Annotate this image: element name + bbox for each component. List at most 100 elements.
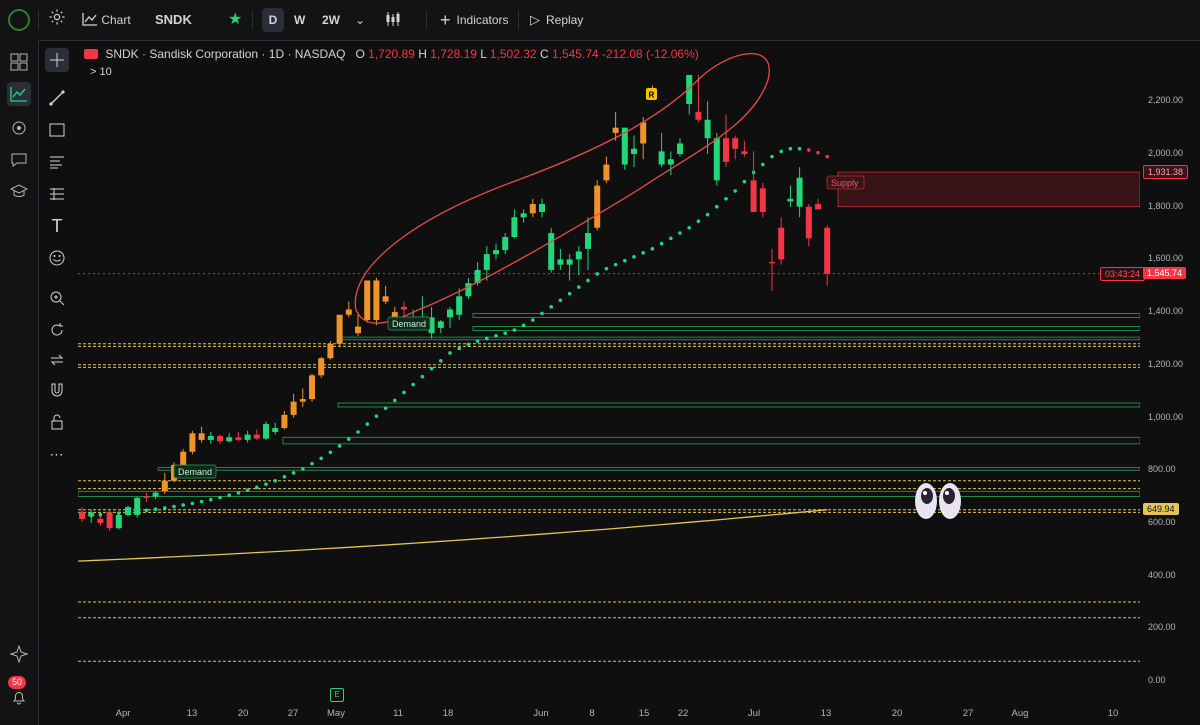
sparkle-icon[interactable] [7, 642, 31, 666]
candle-body [502, 237, 509, 251]
favorite-star-icon[interactable]: ★ [228, 8, 242, 32]
time-tick: 22 [677, 708, 689, 719]
chat-icon[interactable] [7, 148, 31, 172]
drawing-toolbar: T ⋯ [40, 40, 76, 725]
candle-body [732, 138, 739, 149]
psar-dot [623, 258, 627, 263]
more-icon[interactable]: ⋯ [45, 442, 69, 466]
candle-body [345, 309, 352, 315]
price-tick: 1,000.00 [1148, 411, 1184, 422]
demand-zone [337, 336, 1140, 341]
candle-body [704, 119, 711, 139]
reset-icon[interactable] [45, 318, 69, 342]
interval-w-button[interactable]: W [294, 8, 305, 32]
trendline-icon[interactable] [45, 86, 69, 110]
moving-average-line [78, 509, 828, 562]
legend-symbol: SNDK [105, 47, 139, 61]
r-marker-text: R [649, 91, 655, 100]
psar-dot [512, 328, 517, 332]
candle-body [456, 296, 463, 315]
psar-dot [439, 359, 443, 363]
psar-dot [429, 366, 434, 371]
rectangle-icon[interactable] [45, 118, 69, 142]
candle-body [658, 151, 665, 165]
divider [426, 10, 427, 30]
psar-dot [153, 507, 158, 511]
interval-dropdown-icon[interactable]: ⌄ [355, 8, 365, 32]
time-tick: Jun [533, 708, 549, 719]
candle-body [161, 480, 168, 492]
psar-dot [586, 278, 590, 283]
crosshair-icon[interactable] [7, 116, 31, 140]
supply-label-text: Supply [831, 178, 859, 188]
demand-label-text: Demand [178, 467, 212, 477]
price-chart[interactable]: Supply Demand Demand R [78, 40, 1140, 705]
candle-body [585, 233, 591, 249]
candle-body [364, 280, 371, 321]
settings-icon[interactable] [46, 8, 68, 32]
candle-body [483, 254, 490, 270]
price-tick: 400.00 [1148, 569, 1176, 580]
psar-dot [457, 346, 462, 351]
pattern-icon[interactable] [45, 182, 69, 206]
app-logo[interactable] [8, 9, 30, 31]
psar-dot [310, 461, 314, 466]
replay-button[interactable]: ▷ Replay [530, 8, 583, 32]
demand-zone [472, 313, 1140, 318]
candle-body [640, 122, 647, 144]
open-value: 1,720.89 [368, 47, 415, 61]
chart-pane[interactable]: Supply Demand Demand R [78, 40, 1140, 705]
text-icon[interactable]: T [45, 214, 69, 238]
interval-d-button[interactable]: D [262, 8, 284, 32]
fib-icon[interactable] [45, 150, 69, 174]
psar-dot [475, 339, 480, 343]
candle-body [566, 259, 573, 265]
psar-dot [144, 508, 149, 513]
demand-zone [337, 402, 1140, 408]
candle-body [263, 424, 269, 439]
interval-2w-button[interactable]: 2W [322, 8, 340, 32]
play-icon: ▷ [530, 12, 540, 27]
academy-icon[interactable] [7, 180, 31, 204]
psar-dot [402, 390, 406, 395]
psar-dot [825, 154, 829, 159]
symbol-search[interactable]: SNDK [155, 8, 192, 32]
candles-icon[interactable] [384, 8, 402, 32]
emoji-icon[interactable] [45, 246, 69, 270]
indicators-toggle[interactable]: > 10 [90, 66, 112, 78]
indicators-label: Indicators [456, 13, 509, 27]
divider [518, 10, 519, 30]
app-sidebar: 50 [0, 40, 39, 725]
time-tick: Apr [115, 708, 131, 719]
psar-dot [503, 331, 508, 335]
price-axis[interactable]: 2,200.00 2,000.00 1,800.00 1,600.00 1,400.00… [1140, 40, 1200, 705]
candle-body [217, 435, 223, 442]
lock-icon[interactable] [45, 410, 69, 434]
layout-icon[interactable] [7, 50, 31, 74]
high-value: 1,728.19 [430, 47, 477, 61]
psar-dot [641, 251, 645, 255]
psar-dot [163, 506, 167, 510]
chart-type-button[interactable]: Chart [82, 8, 131, 32]
candle-body [713, 138, 720, 181]
psar-dot [558, 298, 563, 303]
magnet-icon[interactable] [45, 378, 69, 402]
chart-label: Chart [101, 13, 131, 27]
alerts-badge[interactable]: 50 [8, 676, 27, 689]
legend-name: Sandisk Corporation · 1D · NASDAQ [149, 47, 346, 61]
psar-dot [816, 150, 820, 155]
price-tick: 1,200.00 [1148, 358, 1184, 369]
chart-icon[interactable] [7, 82, 31, 106]
zoom-icon[interactable] [45, 286, 69, 310]
time-tick: 11 [393, 708, 403, 719]
psar-dot [356, 430, 360, 434]
replay-icon[interactable] [45, 348, 69, 372]
time-axis[interactable]: Apr 13 20 27 May 11 18 Jun 8 15 22 Jul 13 20 27 Aug 10 [78, 705, 1200, 725]
divider [38, 10, 39, 30]
psar-dot [218, 495, 222, 500]
eyes-emoji[interactable] [912, 480, 964, 522]
candle-body [447, 309, 453, 318]
cursor-icon[interactable] [45, 48, 69, 72]
indicators-button[interactable]: + Indicators [440, 8, 509, 32]
earnings-marker[interactable]: E [330, 688, 344, 702]
